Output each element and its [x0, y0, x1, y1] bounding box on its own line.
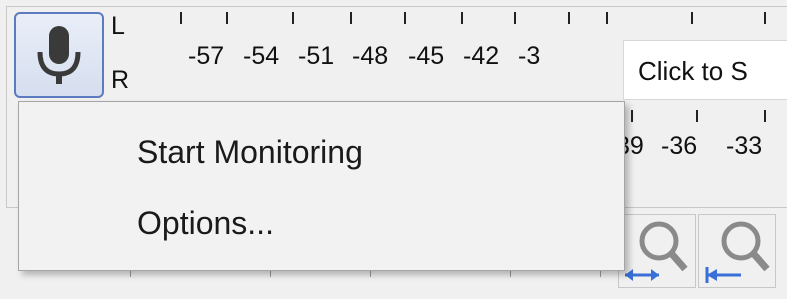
monitoring-context-menu: Start Monitoring Options... [18, 101, 625, 271]
scale-label: -42 [463, 42, 500, 70]
right-channel-label: R [111, 66, 130, 94]
zoom-fit-icon [625, 221, 688, 281]
scale-label: -36 [661, 132, 698, 160]
menu-item-start-monitoring[interactable]: Start Monitoring [137, 127, 363, 177]
start-monitoring-hint[interactable]: Click to S [623, 40, 787, 100]
scale-label: -48 [352, 42, 389, 70]
zoom-width-icon [705, 221, 770, 283]
left-channel-label: L [111, 12, 125, 40]
meter-ticks [136, 10, 787, 30]
zoom-fit-button[interactable] [618, 214, 696, 288]
menu-item-options[interactable]: Options... [137, 198, 274, 248]
scale-label: -33 [726, 132, 763, 160]
scale-label: -45 [408, 42, 445, 70]
zoom-width-button[interactable] [698, 214, 776, 288]
scale-label: -54 [243, 42, 280, 70]
microphone-icon [37, 26, 81, 84]
scale-label: -51 [298, 42, 335, 70]
scale-label: -57 [188, 42, 225, 70]
scale-label: -3 [518, 42, 541, 70]
record-meter-button[interactable] [14, 12, 104, 98]
